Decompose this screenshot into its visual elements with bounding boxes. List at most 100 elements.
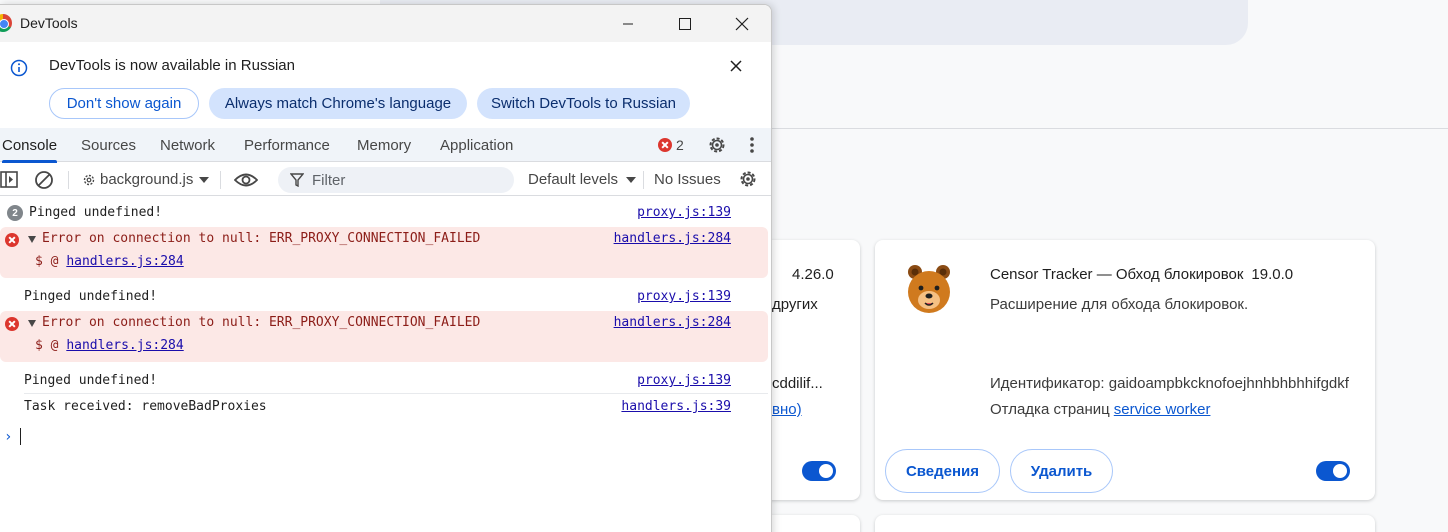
console-settings-gear-icon[interactable] — [738, 169, 758, 189]
stack-link[interactable]: handlers.js:284 — [66, 338, 183, 353]
stack-prefix: $ @ — [35, 338, 67, 353]
extension-version: 19.0.0 — [1251, 266, 1294, 283]
console-message: Task received: removeBadProxies handlers… — [0, 395, 768, 419]
settings-gear-icon[interactable] — [707, 135, 727, 155]
extension-id-partial: cddilif... — [772, 375, 823, 392]
filter-field[interactable] — [278, 167, 514, 193]
service-worker-link[interactable]: service worker — [1114, 401, 1211, 418]
toolbar-divider — [220, 171, 221, 189]
devtools-window: DevTools DevTools is now available in Ru… — [0, 4, 772, 532]
expand-triangle-icon[interactable] — [28, 236, 36, 243]
repeat-count-badge: 2 — [7, 205, 23, 221]
console-toolbar: background.js Default levels No Issues — [0, 163, 771, 196]
error-count: 2 — [676, 137, 684, 153]
minimize-icon — [623, 23, 633, 24]
clear-console-icon[interactable] — [34, 170, 54, 190]
infobar-message: DevTools is now available in Russian — [49, 57, 295, 74]
error-icon — [5, 317, 19, 331]
tab-network[interactable]: Network — [160, 128, 215, 162]
inspect-views-label: Отладка страниц — [990, 401, 1110, 418]
stack-prefix: $ @ — [35, 254, 67, 269]
header-divider — [772, 128, 1448, 129]
details-button[interactable]: Сведения — [885, 449, 1000, 493]
inspect-views: Отладка страниц service worker — [990, 401, 1210, 418]
extension-card-next-partial — [760, 515, 860, 532]
chevron-down-icon — [626, 176, 637, 183]
message-text: Pinged undefined! — [24, 289, 158, 304]
close-window-button[interactable] — [714, 5, 770, 42]
panel-tabs: Console Sources Network Performance Memo… — [0, 128, 771, 163]
tab-performance[interactable]: Performance — [244, 128, 330, 162]
log-levels-dropdown[interactable]: Default levels — [528, 171, 637, 188]
gear-small-icon — [83, 174, 95, 185]
sidebar-toggle-icon[interactable] — [0, 170, 20, 190]
console-input-caret[interactable] — [20, 428, 21, 445]
context-label: background.js — [100, 171, 194, 188]
extension-card-next — [875, 515, 1375, 532]
source-link[interactable]: proxy.js:139 — [637, 205, 731, 220]
console-message: Pinged undefined! proxy.js:139 — [0, 285, 768, 309]
message-divider — [24, 393, 768, 394]
toolbar-divider — [68, 171, 69, 189]
source-link[interactable]: proxy.js:139 — [637, 289, 731, 304]
chrome-icon — [0, 14, 12, 32]
console-output[interactable]: 2 Pinged undefined! proxy.js:139 Error o… — [0, 197, 771, 532]
dont-show-again-button[interactable]: Don't show again — [49, 88, 199, 119]
infobar-close-icon[interactable] — [730, 60, 742, 72]
log-levels-label: Default levels — [528, 171, 619, 188]
issues-counter[interactable]: No Issues — [654, 171, 721, 188]
tab-sources[interactable]: Sources — [81, 128, 136, 162]
minimize-button[interactable] — [600, 5, 656, 42]
stack-link[interactable]: handlers.js:284 — [66, 254, 183, 269]
info-icon — [10, 59, 28, 77]
title-bar[interactable]: DevTools — [0, 5, 771, 42]
extension-description: Расширение для обхода блокировок. — [990, 296, 1249, 313]
extension-name: Censor Tracker — Обход блокировок 19.0.0 — [990, 266, 1293, 283]
extension-name-text: Censor Tracker — Обход блокировок — [990, 266, 1244, 283]
console-error-message: Error on connection to null: ERR_PROXY_C… — [0, 227, 768, 278]
more-options-icon[interactable] — [745, 135, 759, 155]
tab-console[interactable]: Console — [2, 128, 58, 163]
source-link[interactable]: handlers.js:284 — [614, 315, 731, 330]
bear-icon — [908, 265, 950, 313]
extension-id: Идентификатор: gaidoampbkcknofoejhnhbhbh… — [990, 375, 1349, 392]
maximize-icon — [679, 17, 691, 30]
extension-link-partial[interactable]: вно) — [772, 401, 802, 418]
filter-icon — [290, 173, 304, 187]
expand-triangle-icon[interactable] — [28, 320, 36, 327]
source-link[interactable]: handlers.js:284 — [614, 231, 731, 246]
filter-input[interactable] — [312, 171, 492, 189]
console-message: Pinged undefined! proxy.js:139 — [0, 369, 768, 393]
stack-trace: $ @ handlers.js:284 — [35, 254, 184, 269]
source-link[interactable]: handlers.js:39 — [621, 399, 731, 414]
message-text: Task received: removeBadProxies — [24, 399, 267, 414]
console-message: 2 Pinged undefined! proxy.js:139 — [0, 201, 768, 225]
message-text: Pinged undefined! — [29, 205, 163, 220]
error-icon — [658, 138, 672, 152]
extension-enable-toggle[interactable] — [1316, 461, 1350, 481]
error-icon — [5, 233, 19, 247]
source-link[interactable]: proxy.js:139 — [637, 373, 731, 388]
language-infobar: DevTools is now available in Russian Don… — [0, 42, 771, 128]
context-selector[interactable]: background.js — [82, 171, 210, 188]
console-error-message: Error on connection to null: ERR_PROXY_C… — [0, 311, 768, 362]
chevron-down-icon — [199, 176, 210, 183]
extension-description-partial: других — [772, 296, 818, 313]
maximize-button[interactable] — [657, 5, 713, 42]
extension-enable-toggle-partial[interactable] — [802, 461, 836, 481]
remove-button[interactable]: Удалить — [1010, 449, 1113, 493]
switch-to-russian-button[interactable]: Switch DevTools to Russian — [477, 88, 690, 119]
message-text: Pinged undefined! — [24, 373, 158, 388]
message-text: Error on connection to null: ERR_PROXY_C… — [42, 315, 481, 330]
window-title: DevTools — [20, 15, 78, 31]
console-prompt-icon: › — [4, 429, 13, 445]
close-icon — [735, 17, 749, 30]
toolbar-divider — [643, 171, 644, 189]
live-expression-eye-icon[interactable] — [234, 171, 258, 189]
error-counter[interactable]: 2 — [658, 137, 684, 153]
tab-application[interactable]: Application — [440, 128, 513, 162]
always-match-language-button[interactable]: Always match Chrome's language — [209, 88, 467, 119]
stack-trace: $ @ handlers.js:284 — [35, 338, 184, 353]
tab-memory[interactable]: Memory — [357, 128, 411, 162]
message-text: Error on connection to null: ERR_PROXY_C… — [42, 231, 481, 246]
